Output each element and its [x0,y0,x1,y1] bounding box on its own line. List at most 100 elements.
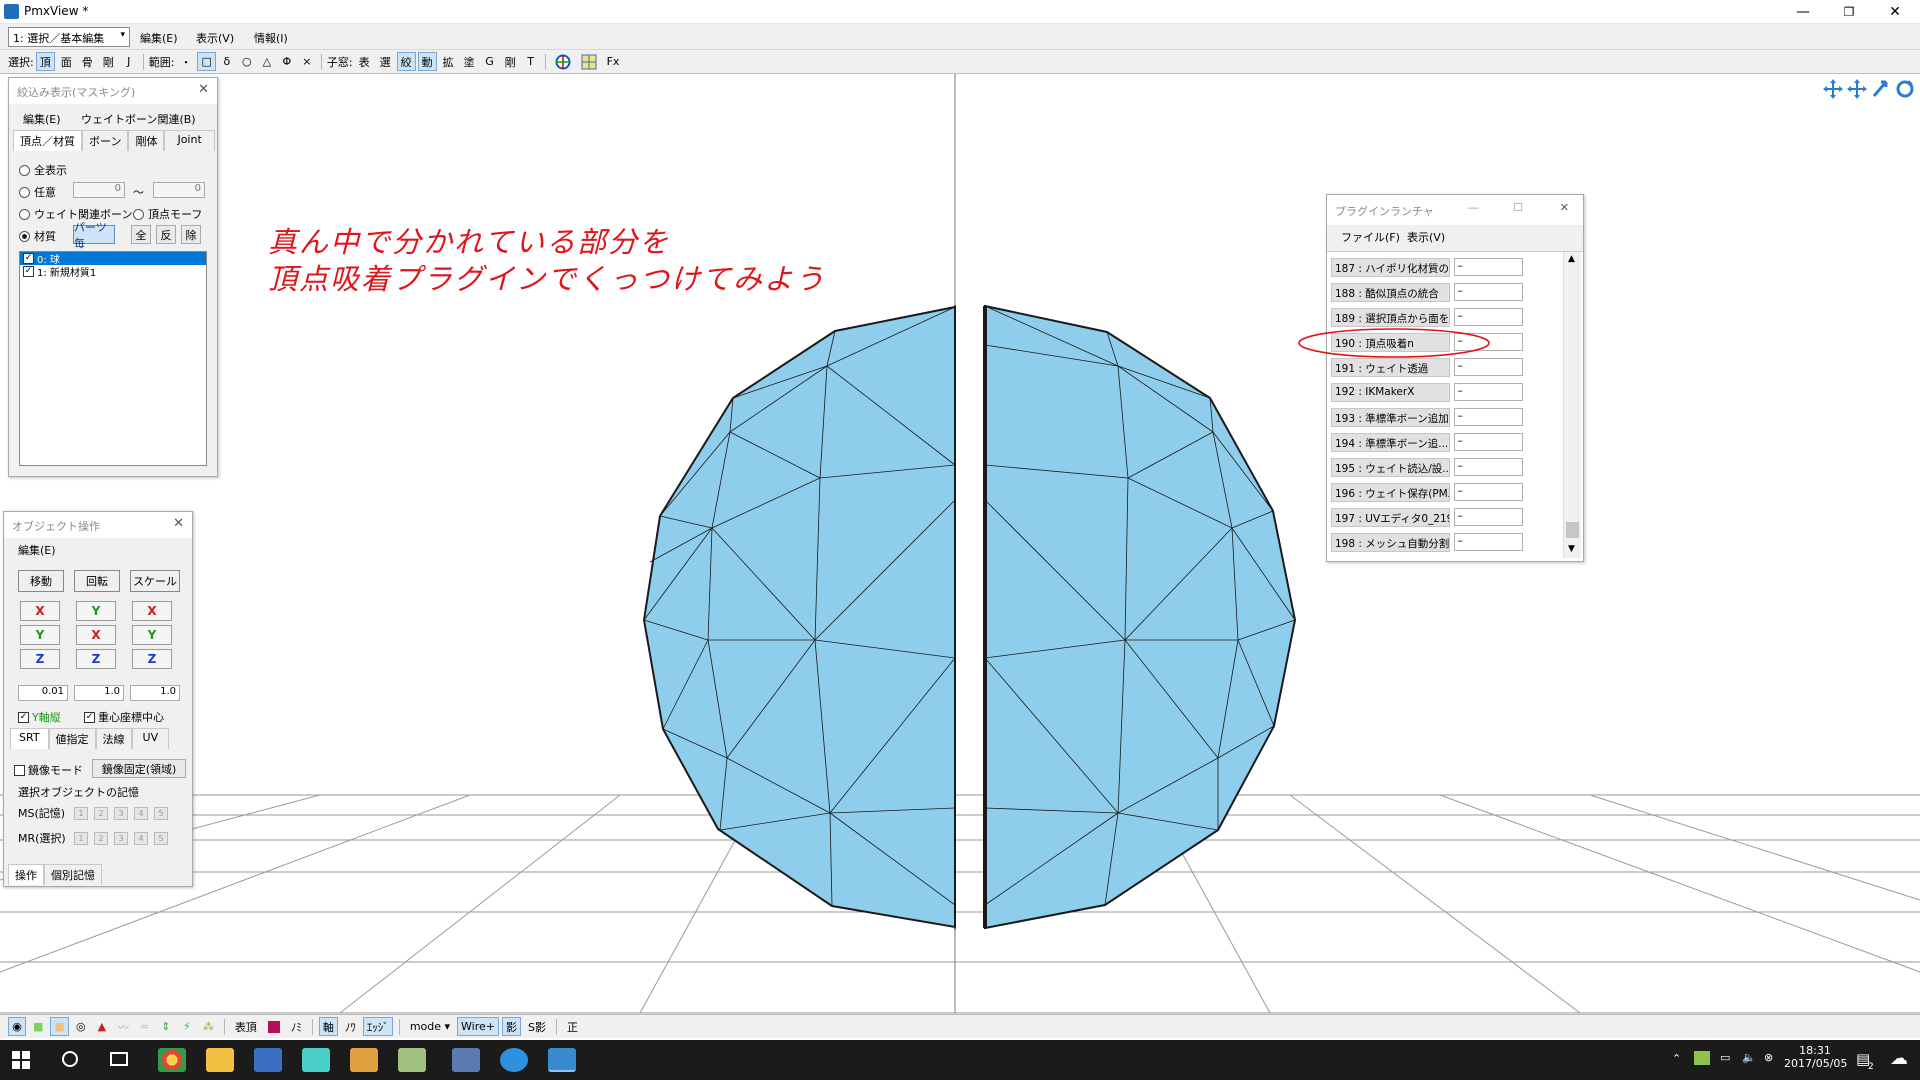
close-icon[interactable]: ✕ [173,516,184,531]
soft-display-icon[interactable]: ≈ [136,1017,154,1036]
select-joint-button[interactable]: J [120,52,138,71]
material-list[interactable]: ✓ 0: 球 ✓ 1: 新規材質1 [19,251,207,466]
scale-z-button[interactable]: Z [132,649,172,669]
close-icon[interactable]: ✕ [1560,201,1569,214]
scroll-down-icon[interactable]: ▼ [1568,544,1575,554]
move-step-input[interactable]: 0.01 [18,685,68,701]
color-swatch-icon[interactable] [264,1017,284,1036]
tab-srt[interactable]: SRT [10,728,49,749]
menu-edit[interactable]: 編集(E) [140,30,178,46]
all-button[interactable]: 全 [131,225,151,244]
bottom-btn-5[interactable]: ｴｯｼﾞ [362,1017,393,1036]
range-delta-button[interactable]: δ [218,52,236,71]
plugin-list-item[interactable]: 191 : ウェイト透過 – [1331,358,1523,378]
mode-select[interactable]: 1: 選択／基本編集 ▾ [8,27,130,47]
select-vertex-button[interactable]: 頂 [35,52,55,71]
close-icon[interactable]: ✕ [198,82,209,97]
maximize-icon[interactable]: ☐ [1513,201,1523,214]
y-axis-option[interactable]: ✓ Y軸縦 [18,709,61,725]
tab-normal[interactable]: 法線 [95,728,132,749]
plugin-launch-button[interactable]: 193 : 準標準ボーン追加 [1331,408,1450,427]
parts-button[interactable]: パーツ毎 [73,221,115,250]
checkbox-checked-icon[interactable]: ✓ [23,253,34,264]
plugin-launch-button[interactable]: 192 : IKMakerX [1331,383,1450,402]
grid-icon[interactable] [577,52,601,71]
select-rigid-button[interactable]: 剛 [99,52,118,71]
ms-slot-5[interactable]: 5 [154,806,168,820]
move-z-button[interactable]: Z [20,649,60,669]
move-y-button[interactable]: Y [20,625,60,645]
radio-show-all[interactable] [19,164,30,176]
mirror-mode-option[interactable]: 鏡像モード [14,762,83,778]
plugin-list-item[interactable]: 193 : 準標準ボーン追加 – [1331,408,1523,428]
face-display-icon[interactable]: ■ [29,1017,47,1036]
plugin-list-item[interactable]: 187 : ハイポリ化材質の辺...– [1331,258,1523,278]
ms-slot-4[interactable]: 4 [134,806,148,820]
plugin-shortcut-value[interactable]: – [1453,308,1523,326]
plugin-shortcut-value[interactable]: – [1453,283,1523,301]
bottom-btn-2[interactable]: ﾉﾐ [287,1017,306,1036]
bone-display-icon[interactable]: ◎ [72,1017,90,1036]
media-player-icon[interactable] [254,1048,282,1072]
plugin-shortcut-value[interactable]: – [1453,483,1523,501]
menu-info[interactable]: 情報(I) [254,30,288,46]
select-face-button[interactable]: 面 [57,52,76,71]
weather-icon[interactable]: ☁ [1890,1048,1908,1069]
tab-value[interactable]: 値指定 [48,728,96,749]
range-rect-button[interactable]: □ [197,52,216,71]
vertex-morph-option[interactable]: 頂点モーフ [133,206,202,222]
filter-menu-edit[interactable]: 編集(E) [23,111,61,127]
bottom-btn-4[interactable]: ﾉﾜ [341,1017,360,1036]
mode-dropdown[interactable]: mode ▾ [406,1017,454,1036]
move-button[interactable]: 移動 [18,570,64,592]
fx-button[interactable]: Fx [603,52,624,71]
shadow-button[interactable]: 影 [502,1017,521,1036]
front-view-button[interactable]: 正 [563,1017,582,1036]
tab-individual-memory[interactable]: 個別記憶 [44,864,102,885]
checkbox-checked-icon[interactable]: ✓ [23,266,34,277]
material-display-icon[interactable]: ■ [50,1017,69,1036]
child-t-button[interactable]: T [522,52,540,71]
material-option[interactable]: 材質 [19,228,56,244]
mr-slot-1[interactable]: 1 [74,831,88,845]
mr-slot-3[interactable]: 3 [114,831,128,845]
range-point-button[interactable]: ・ [176,52,195,71]
mr-slot-5[interactable]: 5 [154,831,168,845]
show-all-option[interactable]: 全表示 [19,162,67,178]
rotate-x-button[interactable]: X [76,625,116,645]
network-icon[interactable]: ▭ [1720,1051,1730,1064]
plugin-list-item[interactable]: 192 : IKMakerX – [1331,383,1523,403]
tray-up-icon[interactable]: ⌃ [1672,1052,1681,1065]
remove-button[interactable]: 除 [181,225,201,244]
ms-slot-1[interactable]: 1 [74,806,88,820]
plugin-list-item[interactable]: 198 : メッシュ自動分割コピ...– [1331,533,1523,553]
vertex-display-icon[interactable]: ◉ [8,1017,26,1036]
radio-vertex-morph[interactable] [133,208,144,220]
plugin-launch-button[interactable]: 191 : ウェイト透過 [1331,358,1450,377]
zoom-icon[interactable] [1870,78,1892,103]
rotate-step-input[interactable]: 1.0 [74,685,124,701]
child-move-button[interactable]: 動 [417,52,437,71]
light-display-icon[interactable]: ⚡ [178,1017,196,1036]
plugin-shortcut-value[interactable]: – [1453,433,1523,451]
plugin-menu-view[interactable]: 表示(V) [1407,229,1445,245]
plugin-list-item[interactable]: 196 : ウェイト保存(PMX) – [1331,483,1523,503]
plugin-list-item[interactable]: 189 : 選択頂点から面を... – [1331,308,1523,328]
range-circle-button[interactable]: ○ [238,52,256,71]
tab-uv[interactable]: UV [131,728,170,749]
child-filter-button[interactable]: 絞 [396,52,416,71]
sphere-right-half[interactable] [983,304,1297,930]
ms-slot-2[interactable]: 2 [94,806,108,820]
child-g-button[interactable]: G [481,52,499,71]
restore-button[interactable]: ❐ [1826,0,1872,24]
rotate-button[interactable]: 回転 [74,570,120,592]
scale-y-button[interactable]: Y [132,625,172,645]
plugin-menu-file[interactable]: ファイル(F) [1341,229,1400,245]
radio-weight-bone[interactable] [19,208,30,220]
skype-icon[interactable] [500,1048,528,1072]
task-view-icon[interactable] [110,1052,128,1066]
list-item[interactable]: ✓ 1: 新規材質1 [20,265,206,279]
plugin-launch-button[interactable]: 195 : ウェイト読込/設... [1331,458,1450,477]
app-icon-video[interactable] [350,1048,378,1072]
move-x-button[interactable]: X [20,601,60,621]
